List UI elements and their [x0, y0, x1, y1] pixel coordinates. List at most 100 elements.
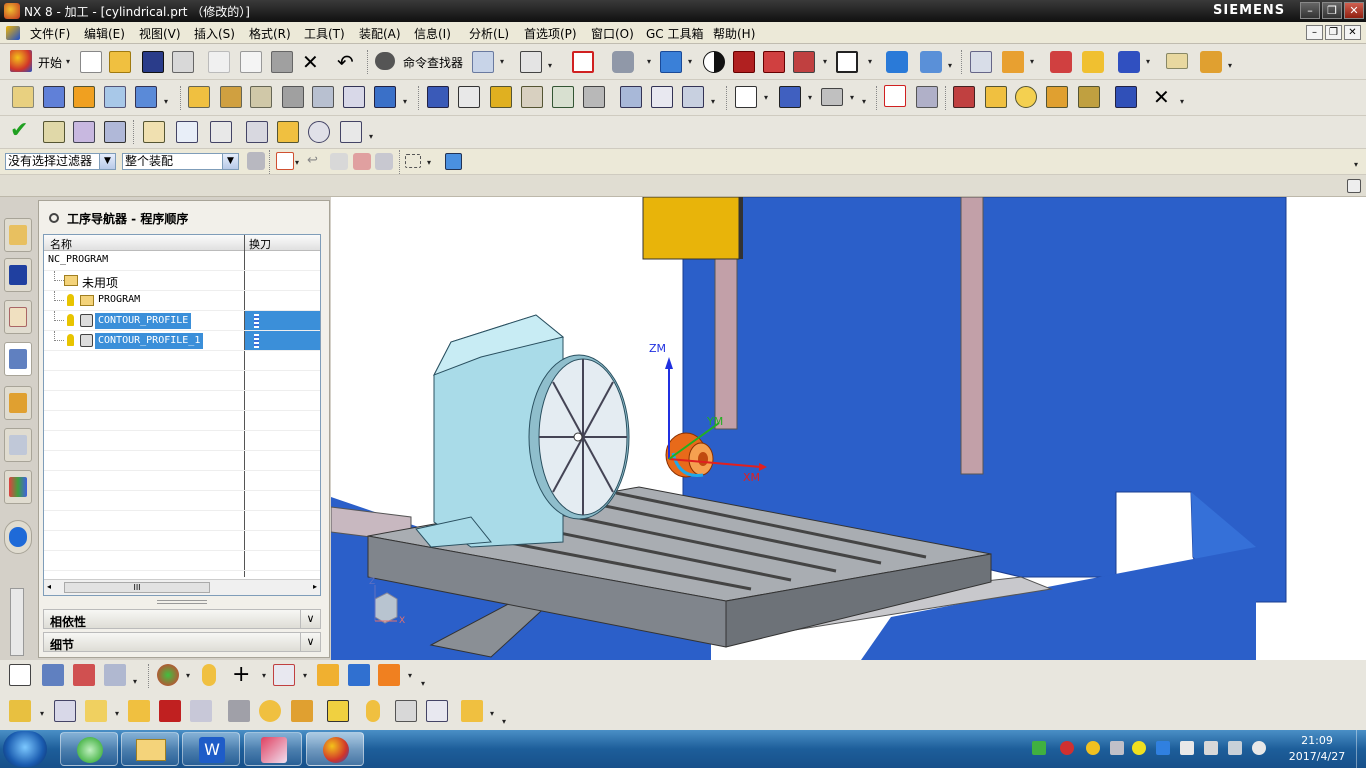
show-hide-icon[interactable] — [1082, 51, 1104, 73]
feed-rate-icon[interactable] — [682, 86, 704, 108]
monitor-icon[interactable] — [1228, 741, 1242, 755]
shaded-icon[interactable] — [763, 51, 785, 73]
select-body-icon[interactable] — [330, 153, 348, 170]
edit-toolpath-icon[interactable] — [916, 86, 938, 108]
volume-icon[interactable] — [1252, 741, 1266, 755]
part-navigator-tab[interactable] — [4, 300, 32, 334]
shaded-with-edges-icon[interactable] — [733, 51, 755, 73]
system-clock[interactable]: 21:09 2017/4/27 — [1282, 733, 1352, 765]
menu-format[interactable]: 格式(R) — [249, 25, 291, 42]
reference-set-icon[interactable] — [327, 700, 349, 722]
assign-feature-icon[interactable] — [1046, 86, 1068, 108]
shield-icon[interactable] — [1156, 741, 1170, 755]
chevron-down-icon[interactable]: ∨ — [300, 610, 320, 628]
paste-icon[interactable] — [271, 51, 293, 73]
selection-priority-icon[interactable] — [247, 152, 265, 170]
post-process-icon[interactable] — [583, 86, 605, 108]
horizontal-scrollbar[interactable]: ◂ III ▸ — [44, 579, 320, 595]
tree-row-unused-items[interactable]: 未用项 — [44, 271, 320, 291]
background-icon[interactable] — [836, 51, 858, 73]
scroll-thumb[interactable]: III — [64, 582, 210, 593]
chevron-down-icon[interactable]: ▼ — [222, 154, 238, 169]
create-tool-icon[interactable] — [43, 86, 65, 108]
tool-list-icon[interactable] — [73, 121, 95, 143]
machine-scene[interactable]: ZM YM XM Z X — [331, 197, 1366, 660]
constraint-navigator-tab[interactable] — [4, 258, 32, 292]
toolpath-filter-icon[interactable] — [884, 85, 906, 107]
close-button[interactable]: ✕ — [1344, 2, 1364, 19]
cut-regions-icon[interactable] — [246, 121, 268, 143]
cut-icon[interactable] — [208, 51, 230, 73]
tree-row-program[interactable]: PROGRAM — [44, 291, 320, 311]
rectangle-select-icon[interactable] — [405, 154, 421, 168]
open-folder-icon[interactable] — [109, 51, 131, 73]
start-orb-icon[interactable] — [3, 731, 47, 767]
plane-icon[interactable] — [317, 664, 339, 686]
layer-settings-icon[interactable] — [970, 51, 992, 73]
mdi-minimize-button[interactable]: – — [1306, 25, 1323, 40]
vector-icon[interactable] — [273, 664, 295, 686]
start-dropdown-icon[interactable]: ▾ — [66, 58, 74, 66]
palette-tab[interactable] — [4, 470, 32, 504]
replay-toolpath-icon[interactable] — [458, 86, 480, 108]
mdi-restore-button[interactable]: ❐ — [1325, 25, 1342, 40]
assembly-navigator-tab[interactable] — [4, 218, 32, 252]
column-tool-change-header[interactable]: 换刀 — [249, 236, 271, 252]
information-icon[interactable] — [520, 51, 542, 73]
display-3d-ipw-icon[interactable] — [779, 86, 801, 108]
delete-icon[interactable]: ✕ — [302, 50, 319, 74]
print-icon[interactable] — [172, 51, 194, 73]
sequence-icon[interactable] — [259, 700, 281, 722]
cut-levels-icon[interactable] — [42, 664, 64, 686]
select-all-icon[interactable] — [445, 153, 462, 170]
restore-button[interactable]: ❐ — [1322, 2, 1342, 19]
object-info-icon[interactable] — [343, 86, 365, 108]
new-file-icon[interactable] — [80, 51, 102, 73]
machining-method-view-icon[interactable] — [282, 86, 304, 108]
scroll-left-icon[interactable]: ◂ — [47, 582, 51, 591]
menu-edit[interactable]: 编辑(E) — [84, 25, 125, 42]
resource-bar-scroller[interactable] — [10, 588, 24, 656]
attributes-icon[interactable] — [461, 700, 483, 722]
select-operation-icon[interactable] — [9, 664, 31, 686]
import-export-icon[interactable] — [1115, 86, 1137, 108]
operation-parameters-icon[interactable] — [43, 121, 65, 143]
mirror-assembly-icon[interactable] — [128, 700, 150, 722]
machine-navigator-tab[interactable] — [4, 386, 32, 420]
view-triad-cube[interactable] — [374, 592, 398, 624]
graphics-window[interactable]: ZM YM XM Z X — [331, 197, 1366, 660]
snap-enable-icon[interactable] — [276, 152, 294, 170]
link-icon[interactable] — [202, 664, 216, 686]
operation-table-icon[interactable] — [104, 121, 126, 143]
snap-point-2-icon[interactable] — [157, 664, 179, 686]
chevron-down-icon[interactable]: ∨ — [300, 633, 320, 651]
measure-angle-icon[interactable] — [1200, 51, 1222, 73]
toolbar-close-icon[interactable]: ✕ — [1153, 85, 1170, 109]
taskbar-word[interactable]: W — [182, 732, 240, 766]
select-edge-icon[interactable] — [375, 153, 393, 170]
chevron-down-icon[interactable]: ▼ — [99, 154, 115, 169]
menu-information[interactable]: 信息(I) — [414, 25, 451, 42]
csys-icon[interactable] — [348, 664, 370, 686]
create-geometry-icon[interactable] — [73, 86, 95, 108]
display-icon[interactable] — [1110, 741, 1124, 755]
delete-operation-icon[interactable] — [312, 86, 334, 108]
taskbar-explorer[interactable] — [121, 732, 179, 766]
operation-dialog-icon[interactable] — [176, 121, 198, 143]
tool-path-settings-icon[interactable] — [277, 121, 299, 143]
list-toolpath-icon[interactable] — [521, 86, 543, 108]
static-wireframe-icon[interactable] — [793, 51, 815, 73]
type-filter-select[interactable]: 没有选择过滤器 ▼ — [5, 153, 116, 170]
command-finder-button[interactable]: 命令查找器 — [403, 54, 463, 71]
details-section[interactable]: 细节 ∨ — [43, 632, 321, 652]
non-cutting-moves-icon[interactable] — [104, 664, 126, 686]
scroll-right-icon[interactable]: ▸ — [313, 582, 317, 591]
verify-dialog-icon[interactable] — [210, 121, 232, 143]
datum-icon[interactable] — [378, 664, 400, 686]
scope-select[interactable]: 整个装配 ▼ — [122, 153, 239, 170]
column-name-header[interactable]: 名称 — [50, 236, 72, 252]
menu-gc-toolkit[interactable]: GC 工具箱 — [646, 25, 704, 42]
command-finder-icon[interactable] — [375, 52, 395, 70]
tool-display-icon[interactable] — [821, 88, 843, 106]
new-component-icon[interactable] — [85, 700, 107, 722]
